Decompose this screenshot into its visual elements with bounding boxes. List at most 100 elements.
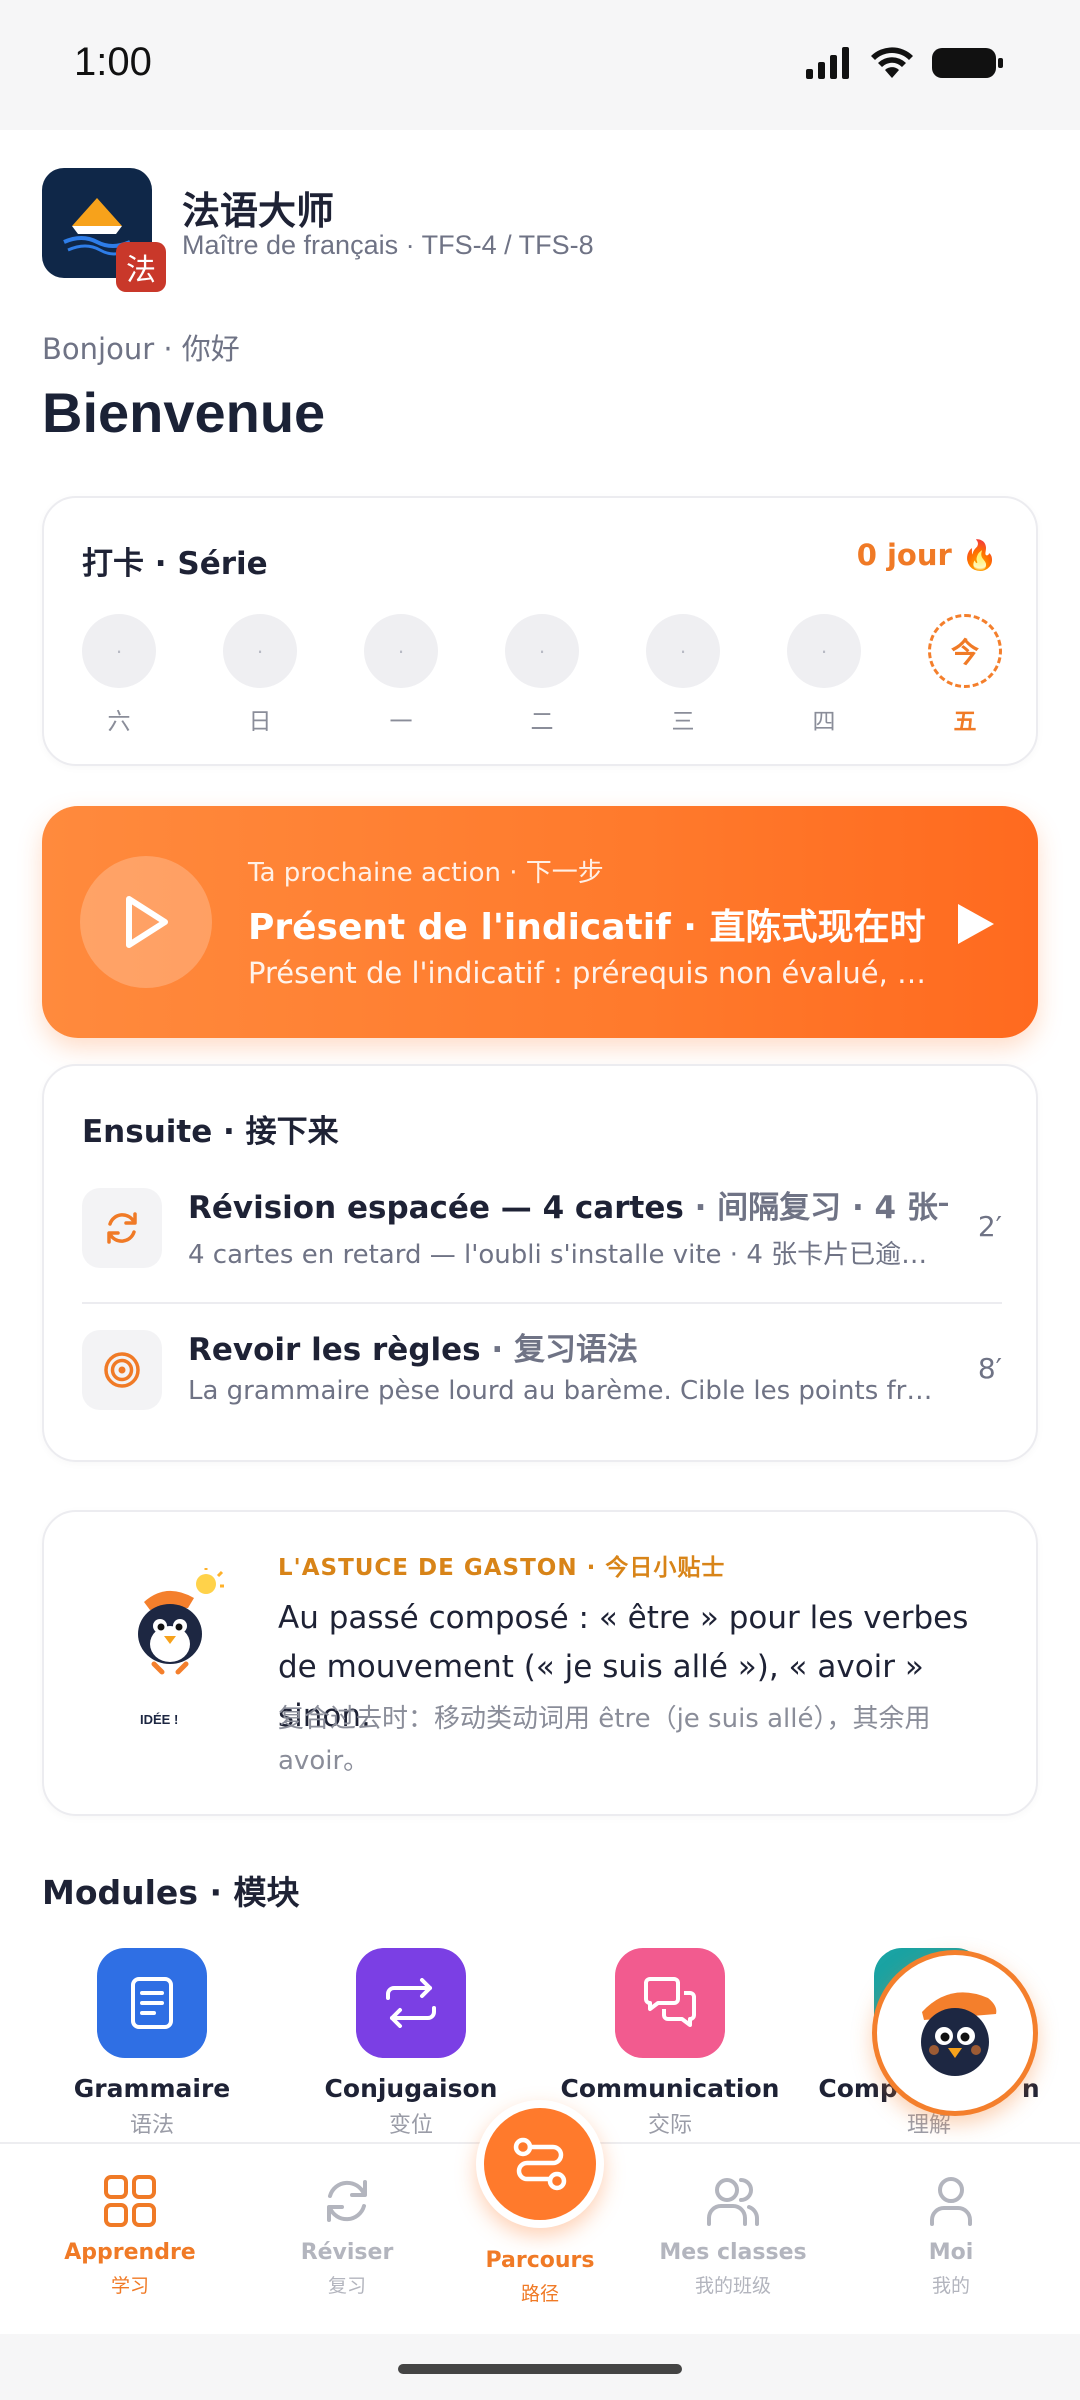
- next-action-title: Présent de l'indicatif · 直陈式现在时: [248, 907, 926, 948]
- swap-icon: [356, 1948, 466, 2058]
- tab-mes-classes[interactable]: Mes classes 我的班级: [633, 2174, 833, 2298]
- day-dot: ·: [82, 614, 156, 688]
- play-button[interactable]: [80, 856, 212, 988]
- day-label: 六: [107, 709, 131, 735]
- book-icon: [97, 1948, 207, 2058]
- tip-card: IDÉE ! L'ASTUCE DE GASTON · 今日小贴士 Au pas…: [42, 1510, 1038, 1816]
- status-icons: [806, 46, 1004, 80]
- next-action-description: Présent de l'indicatif : prérequis non é…: [248, 956, 927, 990]
- streak-card[interactable]: 打卡 · Série 0 jour 🔥 · 六 · 日 · 一 · 二 · 三 · 四 今五: [42, 496, 1038, 766]
- tab-label: Apprendre: [64, 2240, 196, 2265]
- task-item-revision[interactable]: Révision espacée — 4 cartes · 间隔复习 · 4 张…: [82, 1178, 1002, 1288]
- task-title-zh: · 间隔复习 · 4 张卡片: [694, 1190, 948, 1226]
- home-indicator[interactable]: [398, 2364, 682, 2374]
- day-label: 四: [812, 709, 836, 735]
- tip-kicker: L'ASTUCE DE GASTON · 今日小贴士: [278, 1555, 726, 1581]
- day-item-today: 今五: [928, 614, 1002, 736]
- page-title: Bienvenue: [42, 381, 326, 444]
- task-title-fr: Révision espacée — 4 cartes: [188, 1190, 684, 1226]
- play-outline-icon: [126, 896, 168, 948]
- task-title: Revoir les règles · 复习语法: [188, 1324, 948, 1369]
- tab-sub: 我的: [931, 2275, 970, 2297]
- streak-title: 打卡 · Série: [82, 546, 268, 582]
- day-dot: ·: [364, 614, 438, 688]
- tab-sub: 路径: [520, 2283, 559, 2305]
- tab-reviser[interactable]: Réviser 复习: [247, 2174, 447, 2298]
- tab-label: Mes classes: [659, 2240, 807, 2265]
- tip-text-zh: 复合过去时：移动类动词用 être（je suis allé），其余用 avoi…: [278, 1704, 931, 1776]
- tab-sub: 我的班级: [694, 2275, 771, 2297]
- parcours-fab-button[interactable]: [476, 2100, 604, 2228]
- tab-label: Moi: [928, 2240, 974, 2265]
- day-dot: ·: [505, 614, 579, 688]
- day-dot-today: 今: [928, 614, 1002, 688]
- module-name: Conjugaison: [324, 2074, 498, 2103]
- day-label: 三: [671, 709, 695, 735]
- day-dot: ·: [787, 614, 861, 688]
- modules-title: Modules · 模块: [42, 1873, 300, 1912]
- day-dot: ·: [223, 614, 297, 688]
- users-icon: [707, 2178, 759, 2226]
- status-time: 1:00: [74, 40, 152, 84]
- penguin-face-icon: [921, 1992, 997, 2076]
- module-communication[interactable]: Communication 交际: [555, 1948, 785, 2139]
- day-dot: ·: [646, 614, 720, 688]
- module-conjugaison[interactable]: Conjugaison 变位: [296, 1948, 526, 2139]
- next-action-card[interactable]: Ta prochaine action · 下一步 Présent de l'i…: [42, 806, 1038, 1038]
- app-title: 法语大师: [182, 189, 335, 233]
- tab-label: Parcours: [485, 2248, 595, 2273]
- wifi-icon: [871, 47, 913, 78]
- task-title-zh: · 复习语法: [480, 1332, 638, 1368]
- day-item: · 六: [82, 614, 156, 736]
- next-action-kicker: Ta prochaine action · 下一步: [248, 858, 604, 888]
- day-item: · 四: [787, 614, 861, 736]
- chat-icon: [615, 1948, 725, 2058]
- task-time: 8′: [977, 1352, 1002, 1385]
- tab-moi[interactable]: Moi 我的: [851, 2174, 1051, 2298]
- penguin-mascot-icon: [138, 1568, 224, 1675]
- target-icon: [82, 1330, 162, 1410]
- task-subtitle: La grammaire pèse lourd au barème. Cible…: [188, 1376, 948, 1406]
- day-label: 日: [248, 709, 272, 735]
- user-icon: [930, 2177, 972, 2226]
- task-subtitle: 4 cartes en retard — l'oubli s'installe …: [188, 1240, 948, 1270]
- tab-sub: 复习: [327, 2275, 366, 2297]
- day-label: 二: [530, 709, 554, 735]
- day-item: · 二: [505, 614, 579, 736]
- task-time: 2′: [977, 1210, 1002, 1243]
- task-item-rules[interactable]: Revoir les règles · 复习语法 La grammaire pè…: [82, 1320, 1002, 1430]
- tab-apprendre[interactable]: Apprendre 学习: [30, 2174, 230, 2298]
- day-label-today: 五: [953, 709, 977, 735]
- module-sub: 语法: [129, 2113, 174, 2138]
- streak-count: 0 jour 🔥: [856, 538, 998, 572]
- module-sub: 交际: [647, 2113, 692, 2138]
- logo-badge: 法: [116, 242, 166, 292]
- app-subtitle: Maître de français · TFS-4 / TFS-8: [182, 230, 594, 260]
- app-logo: 法: [42, 168, 166, 292]
- status-bar: 1:00: [0, 0, 1080, 130]
- ensuite-title: Ensuite · 接下来: [82, 1114, 339, 1150]
- tab-label: Réviser: [300, 2240, 394, 2265]
- streak-days: · 六 · 日 · 一 · 二 · 三 · 四 今五: [82, 614, 1002, 736]
- day-item: · 一: [364, 614, 438, 736]
- day-item: · 日: [223, 614, 297, 736]
- refresh-icon: [82, 1188, 162, 1268]
- mascot-caption: IDÉE !: [140, 1712, 179, 1727]
- task-title-fr: Revoir les règles: [188, 1332, 481, 1368]
- day-label: 一: [389, 709, 413, 735]
- route-icon: [513, 2137, 567, 2191]
- module-sub: 变位: [388, 2113, 433, 2138]
- divider: [82, 1302, 1002, 1304]
- greeting: Bonjour · 你好: [42, 332, 240, 366]
- play-icon[interactable]: [956, 902, 996, 946]
- mascot-assistant-button[interactable]: [872, 1950, 1038, 2116]
- tab-parcours[interactable]: Parcours 路径: [440, 2236, 640, 2306]
- tab-sub: 学习: [110, 2275, 149, 2297]
- signal-icon: [806, 47, 849, 79]
- ensuite-card: Ensuite · 接下来 Révision espacée — 4 carte…: [42, 1064, 1038, 1462]
- refresh-icon: [327, 2180, 367, 2222]
- module-grammaire[interactable]: Grammaire 语法: [37, 1948, 267, 2139]
- module-name: Communication: [560, 2074, 780, 2103]
- task-title: Révision espacée — 4 cartes · 间隔复习 · 4 张…: [188, 1182, 948, 1227]
- module-name: Grammaire: [73, 2074, 231, 2103]
